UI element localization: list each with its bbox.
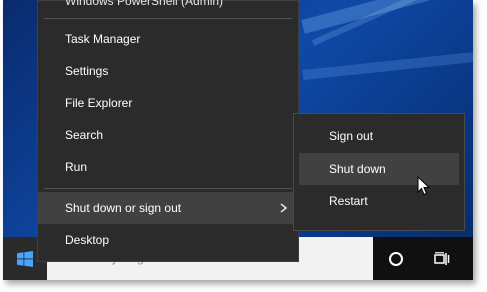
menu-item-settings[interactable]: Settings [38,55,298,87]
cortana-button[interactable] [373,237,419,280]
cortana-circle-icon [389,251,403,266]
power-user-menu: Windows PowerShell (Admin) Task Manager … [37,0,299,262]
shut-down-submenu: Sign out Shut down Restart [293,113,465,231]
chevron-right-icon [280,203,288,213]
menu-separator [44,18,292,19]
menu-item-search[interactable]: Search [38,119,298,151]
windows-logo-icon [17,250,33,267]
menu-separator [44,188,292,189]
menu-item-file-explorer[interactable]: File Explorer [38,87,298,119]
wallpaper-light-beam [301,0,473,34]
submenu-item-shut-down[interactable]: Shut down [299,153,459,185]
menu-item-task-manager[interactable]: Task Manager [38,23,298,55]
mouse-cursor-icon [417,176,431,196]
menu-item-label: Shut down or sign out [65,201,182,215]
submenu-item-restart[interactable]: Restart [299,185,459,217]
desktop: Ask me anything Windows PowerShell (Admi… [3,0,473,280]
submenu-item-sign-out[interactable]: Sign out [299,120,459,152]
menu-item-desktop[interactable]: Desktop [38,224,298,256]
menu-item-shut-down-or-sign-out[interactable]: Shut down or sign out [38,192,298,224]
task-view-icon [434,251,450,265]
task-view-button[interactable] [419,237,465,280]
menu-item-run[interactable]: Run [38,151,298,183]
wallpaper-light-beam [302,44,473,80]
menu-item-powershell-admin[interactable]: Windows PowerShell (Admin) [38,0,298,17]
